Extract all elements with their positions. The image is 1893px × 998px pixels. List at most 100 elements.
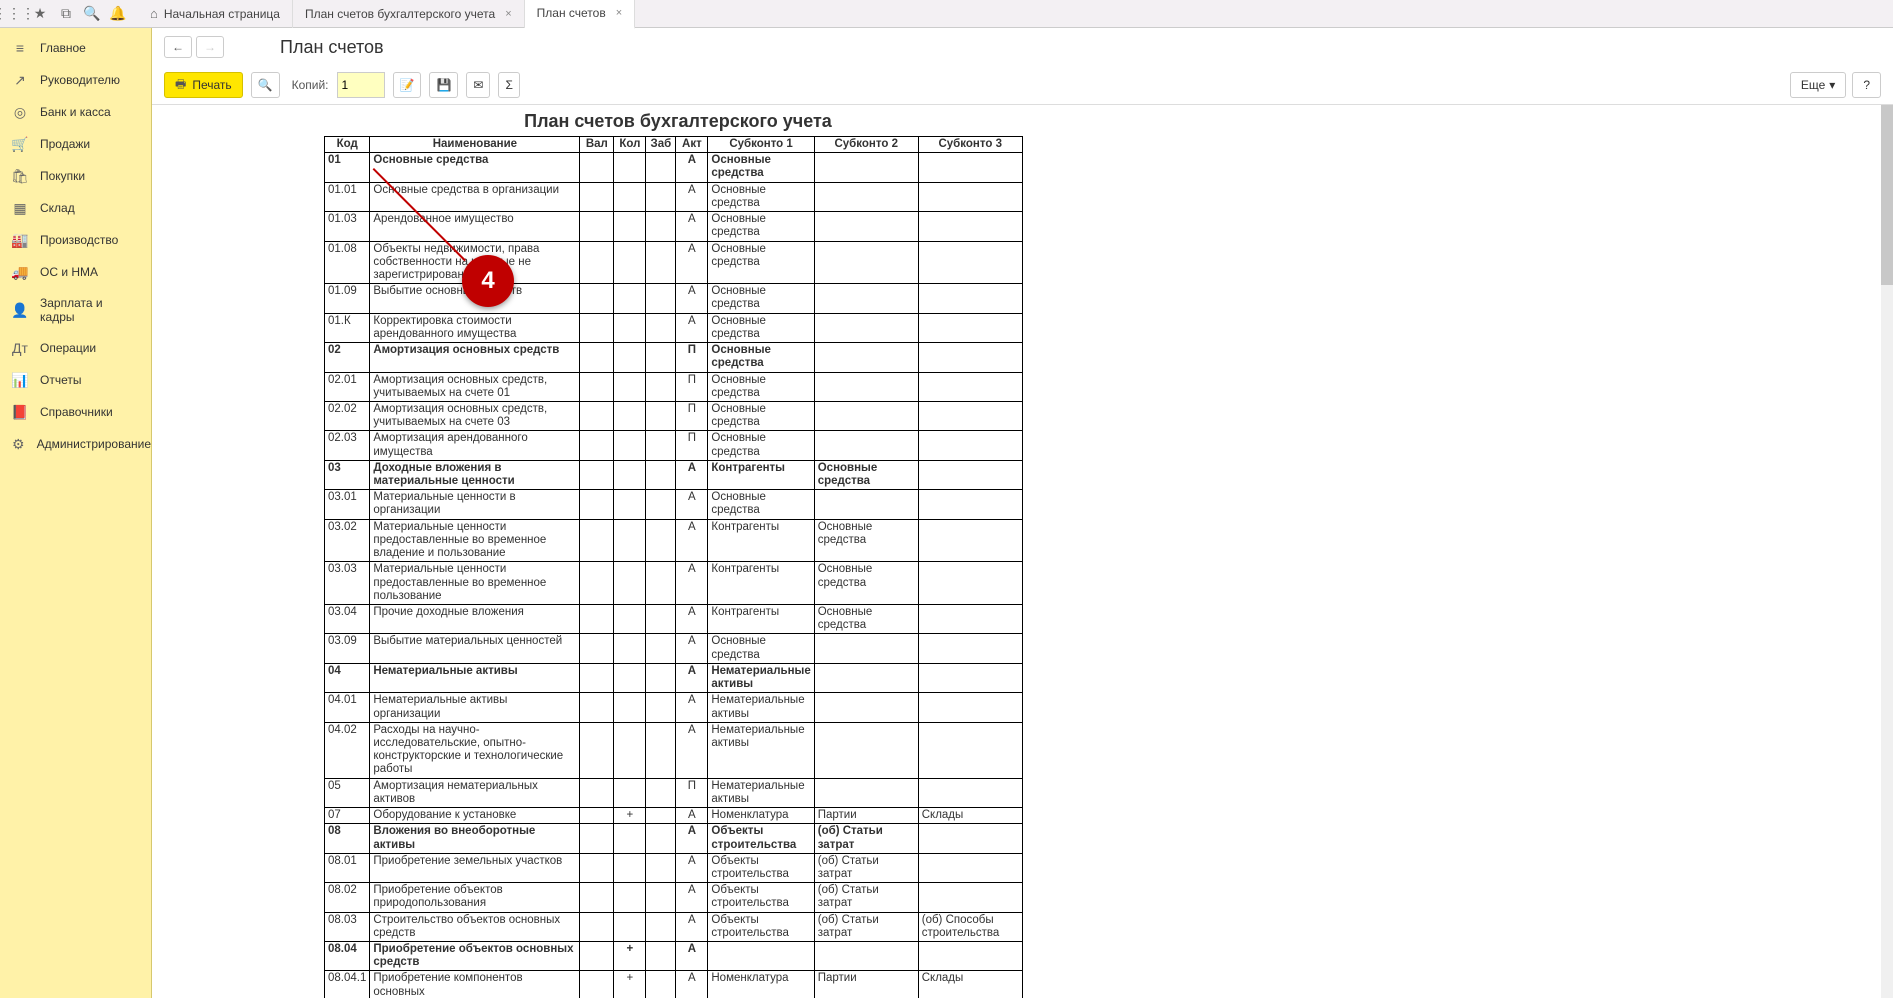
- scroll-thumb[interactable]: [1881, 105, 1893, 285]
- document-area[interactable]: 4 План счетов бухгалтерского учета КодНа…: [152, 105, 1893, 998]
- table-row[interactable]: 02.03Амортизация арендованного имущества…: [325, 431, 1023, 460]
- sidebar-item-12[interactable]: ⚙Администрирование: [0, 428, 151, 460]
- table-row[interactable]: 03.02Материальные ценности предоставленн…: [325, 519, 1023, 562]
- help-button[interactable]: ?: [1852, 72, 1881, 98]
- mail-button[interactable]: ✉: [466, 72, 490, 98]
- table-cell: [646, 663, 676, 692]
- table-row[interactable]: 03Доходные вложения в материальные ценно…: [325, 460, 1023, 489]
- table-cell: (об) Статьи затрат: [814, 853, 918, 882]
- topbar: ⋮⋮⋮ ★ ⧉ 🔍 🔔 ⌂Начальная страницаПлан счет…: [0, 0, 1893, 28]
- table-row[interactable]: 03.01Материальные ценности в организации…: [325, 490, 1023, 519]
- sidebar-item-7[interactable]: 🚚ОС и НМА: [0, 256, 151, 288]
- table-cell: [580, 824, 614, 853]
- table-cell: 02: [325, 343, 370, 372]
- close-icon[interactable]: ×: [505, 8, 511, 20]
- table-row[interactable]: 04Нематериальные активыАНематериальные а…: [325, 663, 1023, 692]
- table-cell: [580, 284, 614, 313]
- table-row[interactable]: 03.09Выбытие материальных ценностейАОсно…: [325, 634, 1023, 663]
- table-cell: А: [676, 693, 708, 722]
- table-row[interactable]: 01Основные средстваАОсновные средства: [325, 153, 1023, 182]
- table-cell: [580, 883, 614, 912]
- search-icon[interactable]: 🔍: [84, 6, 100, 22]
- save-button[interactable]: 💾: [429, 72, 458, 98]
- table-row[interactable]: 03.03Материальные ценности предоставленн…: [325, 562, 1023, 605]
- sidebar-item-6[interactable]: 🏭Производство: [0, 224, 151, 256]
- table-row[interactable]: 08Вложения во внеоборотные активыАОбъект…: [325, 824, 1023, 853]
- table-cell: [646, 153, 676, 182]
- sidebar-item-2[interactable]: ◎Банк и касса: [0, 96, 151, 128]
- table-cell: А: [676, 313, 708, 342]
- tab-0[interactable]: ⌂Начальная страница: [144, 0, 293, 28]
- tab-2[interactable]: План счетов×: [525, 0, 636, 29]
- table-row[interactable]: 01.ККорректировка стоимости арендованног…: [325, 313, 1023, 342]
- col-header: Субконто 3: [918, 137, 1022, 153]
- table-row[interactable]: 02.01Амортизация основных средств, учиты…: [325, 372, 1023, 401]
- sidebar-item-9[interactable]: ДтОперации: [0, 332, 151, 364]
- table-cell: [814, 153, 918, 182]
- table-row[interactable]: 02.02Амортизация основных средств, учиты…: [325, 401, 1023, 430]
- table-cell: Нематериальные активы: [708, 663, 814, 692]
- table-row[interactable]: 05Амортизация нематериальных активовПНем…: [325, 778, 1023, 807]
- col-header: Кол: [614, 137, 646, 153]
- table-cell: Основные средства: [708, 313, 814, 342]
- table-cell: Основные средства: [708, 343, 814, 372]
- table-row[interactable]: 02Амортизация основных средствПОсновные …: [325, 343, 1023, 372]
- frames-icon[interactable]: ⧉: [58, 6, 74, 22]
- table-cell: Амортизация арендованного имущества: [370, 431, 580, 460]
- table-row[interactable]: 01.08Объекты недвижимости, права собстве…: [325, 241, 1023, 284]
- table-row[interactable]: 01.01Основные средства в организацииАОсн…: [325, 182, 1023, 211]
- apps-icon[interactable]: ⋮⋮⋮: [6, 6, 22, 22]
- table-cell: Основные средства: [814, 519, 918, 562]
- table-row[interactable]: 07Оборудование к установке+АНоменклатура…: [325, 808, 1023, 824]
- close-icon[interactable]: ×: [616, 7, 622, 19]
- table-cell: [814, 284, 918, 313]
- sidebar-item-8[interactable]: 👤Зарплата и кадры: [0, 288, 151, 332]
- print-button[interactable]: 🖶 Печать: [164, 72, 243, 98]
- star-icon[interactable]: ★: [32, 6, 48, 22]
- table-row[interactable]: 08.04.1Приобретение компонентов основных…: [325, 971, 1023, 998]
- table-row[interactable]: 08.02Приобретение объектов природопользо…: [325, 883, 1023, 912]
- table-row[interactable]: 01.09Выбытие основных средствАОсновные с…: [325, 284, 1023, 313]
- table-cell: [918, 634, 1022, 663]
- table-row[interactable]: 04.02Расходы на научно-исследовательские…: [325, 722, 1023, 778]
- tab-1[interactable]: План счетов бухгалтерского учета×: [293, 0, 525, 28]
- sidebar-item-0[interactable]: ≡Главное: [0, 32, 151, 64]
- table-cell: [580, 912, 614, 941]
- bell-icon[interactable]: 🔔: [110, 6, 126, 22]
- table-cell: Выбытие материальных ценностей: [370, 634, 580, 663]
- table-row[interactable]: 03.04Прочие доходные вложенияАКонтрагент…: [325, 605, 1023, 634]
- table-cell: [646, 182, 676, 211]
- table-cell: Приобретение компонентов основных: [370, 971, 580, 998]
- table-row[interactable]: 08.01Приобретение земельных участковАОбъ…: [325, 853, 1023, 882]
- sidebar-item-1[interactable]: ↗Руководителю: [0, 64, 151, 96]
- table-cell: [918, 824, 1022, 853]
- table-cell: Корректировка стоимости арендованного им…: [370, 313, 580, 342]
- table-cell: [614, 519, 646, 562]
- sum-button[interactable]: Σ: [498, 72, 519, 98]
- sidebar-item-11[interactable]: 📕Справочники: [0, 396, 151, 428]
- sidebar-item-5[interactable]: ▦Склад: [0, 192, 151, 224]
- table-row[interactable]: 04.01Нематериальные активы организацииАН…: [325, 693, 1023, 722]
- table-row[interactable]: 08.04Приобретение объектов основных сред…: [325, 942, 1023, 971]
- table-cell: [646, 401, 676, 430]
- table-cell: [614, 722, 646, 778]
- table-cell: Основные средства: [708, 284, 814, 313]
- sidebar-item-10[interactable]: 📊Отчеты: [0, 364, 151, 396]
- vertical-scrollbar[interactable]: [1881, 105, 1893, 998]
- table-cell: А: [676, 605, 708, 634]
- copies-input[interactable]: [337, 72, 385, 98]
- back-button[interactable]: ←: [164, 36, 192, 58]
- sidebar-label: Справочники: [40, 405, 113, 419]
- table-cell: [646, 693, 676, 722]
- sidebar-icon: 🚚: [12, 264, 28, 280]
- table-cell: (об) Статьи затрат: [814, 883, 918, 912]
- preview-button[interactable]: 🔍: [251, 72, 280, 98]
- edit-button[interactable]: 📝: [393, 72, 422, 98]
- table-cell: [614, 313, 646, 342]
- table-cell: Основные средства: [708, 372, 814, 401]
- sidebar-item-3[interactable]: 🛒Продажи: [0, 128, 151, 160]
- table-cell: [918, 153, 1022, 182]
- more-button[interactable]: Еще ▾: [1790, 72, 1846, 98]
- table-row[interactable]: 08.03Строительство объектов основных сре…: [325, 912, 1023, 941]
- sidebar-item-4[interactable]: 🛍Покупки: [0, 160, 151, 192]
